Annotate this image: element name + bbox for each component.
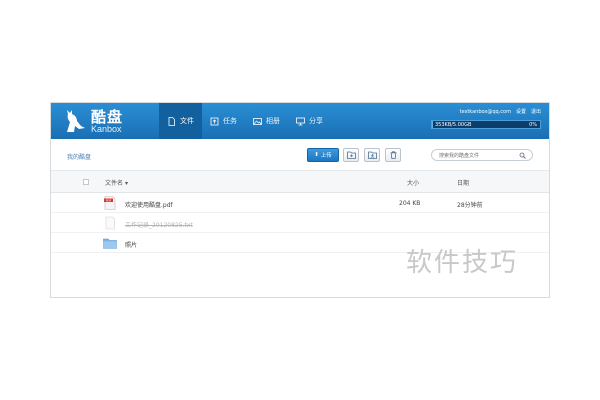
pdf-file-icon: PDF	[104, 196, 116, 210]
quota-text: 353KB/5.00GB	[435, 122, 472, 128]
trash-icon	[390, 151, 396, 159]
new-folder-button[interactable]	[343, 148, 359, 162]
nav-tab-share[interactable]: 分享	[288, 103, 331, 139]
nav-tab-tasks[interactable]: 任务	[202, 103, 245, 139]
shared-folder-icon	[367, 151, 377, 159]
file-table-header: 文件名 ▾ 大小 日期	[51, 171, 549, 193]
quota-percent: 0%	[529, 122, 537, 128]
new-folder-icon	[346, 151, 356, 159]
logo-english-text: Kanbox	[91, 124, 122, 134]
svg-text:PDF: PDF	[106, 198, 112, 202]
photo-icon	[253, 117, 262, 125]
share-folder-button[interactable]	[364, 148, 380, 162]
share-icon	[296, 117, 305, 125]
column-name-label: 文件名	[105, 180, 124, 187]
file-date: 28分钟前	[457, 202, 483, 209]
table-row[interactable]: 工作记录_20120825.txt	[51, 213, 549, 233]
sort-down-icon: ▾	[124, 180, 128, 187]
quota-fill	[432, 121, 433, 128]
file-name[interactable]: 照片	[125, 240, 137, 249]
select-all-checkbox[interactable]	[83, 179, 89, 185]
search-input[interactable]	[439, 151, 519, 160]
storage-quota-bar: 353KB/5.00GB 0%	[431, 120, 541, 129]
nav-tab-label: 文件	[180, 117, 194, 125]
file-name[interactable]: 欢迎使用酷盘.pdf	[125, 200, 173, 209]
nav-tab-label: 分享	[309, 117, 323, 125]
nav-tab-photos[interactable]: 相册	[245, 103, 288, 139]
kanbox-logo[interactable]: 酷盘 Kanbox	[61, 106, 145, 136]
breadcrumb[interactable]: 我的酷盘	[67, 152, 91, 161]
task-icon	[210, 117, 219, 125]
folder-icon	[103, 238, 117, 249]
column-header-name[interactable]: 文件名 ▾	[105, 178, 128, 187]
column-header-date[interactable]: 日期	[457, 178, 469, 187]
delete-button[interactable]	[385, 148, 401, 162]
settings-link[interactable]: 设置	[516, 108, 526, 116]
main-nav: 文件 任务 相册 分享	[159, 103, 331, 139]
upload-label: 上传	[320, 153, 332, 159]
account-links: testkanbox@qq.com 设置 退出	[431, 108, 541, 116]
column-header-size[interactable]: 大小	[407, 178, 419, 187]
upload-arrow-icon: ⬆	[314, 152, 319, 158]
file-icon	[168, 116, 175, 126]
watermark-text: 软件技巧	[406, 248, 519, 278]
file-size: 204 KB	[399, 200, 421, 207]
toolbar: 我的酷盘 ⬆ 上传	[51, 139, 549, 171]
nav-tab-label: 任务	[223, 117, 237, 125]
search-icon[interactable]	[519, 152, 526, 159]
kangaroo-logo-icon	[67, 110, 85, 132]
search-box	[431, 149, 533, 161]
nav-tab-files[interactable]: 文件	[159, 103, 202, 139]
nav-tab-label: 相册	[266, 117, 280, 125]
account-panel: testkanbox@qq.com 设置 退出 353KB/5.00GB 0%	[431, 108, 541, 129]
text-file-icon	[105, 216, 115, 230]
upload-button[interactable]: ⬆ 上传	[307, 148, 339, 162]
top-header: 酷盘 Kanbox 文件 任务 相册 分享 testkanbox@qq.com …	[51, 103, 549, 139]
table-row[interactable]: PDF 欢迎使用酷盘.pdf 204 KB 28分钟前	[51, 193, 549, 213]
account-email[interactable]: testkanbox@qq.com	[460, 108, 511, 116]
logout-link[interactable]: 退出	[531, 108, 541, 116]
file-name[interactable]: 工作记录_20120825.txt	[125, 220, 193, 229]
